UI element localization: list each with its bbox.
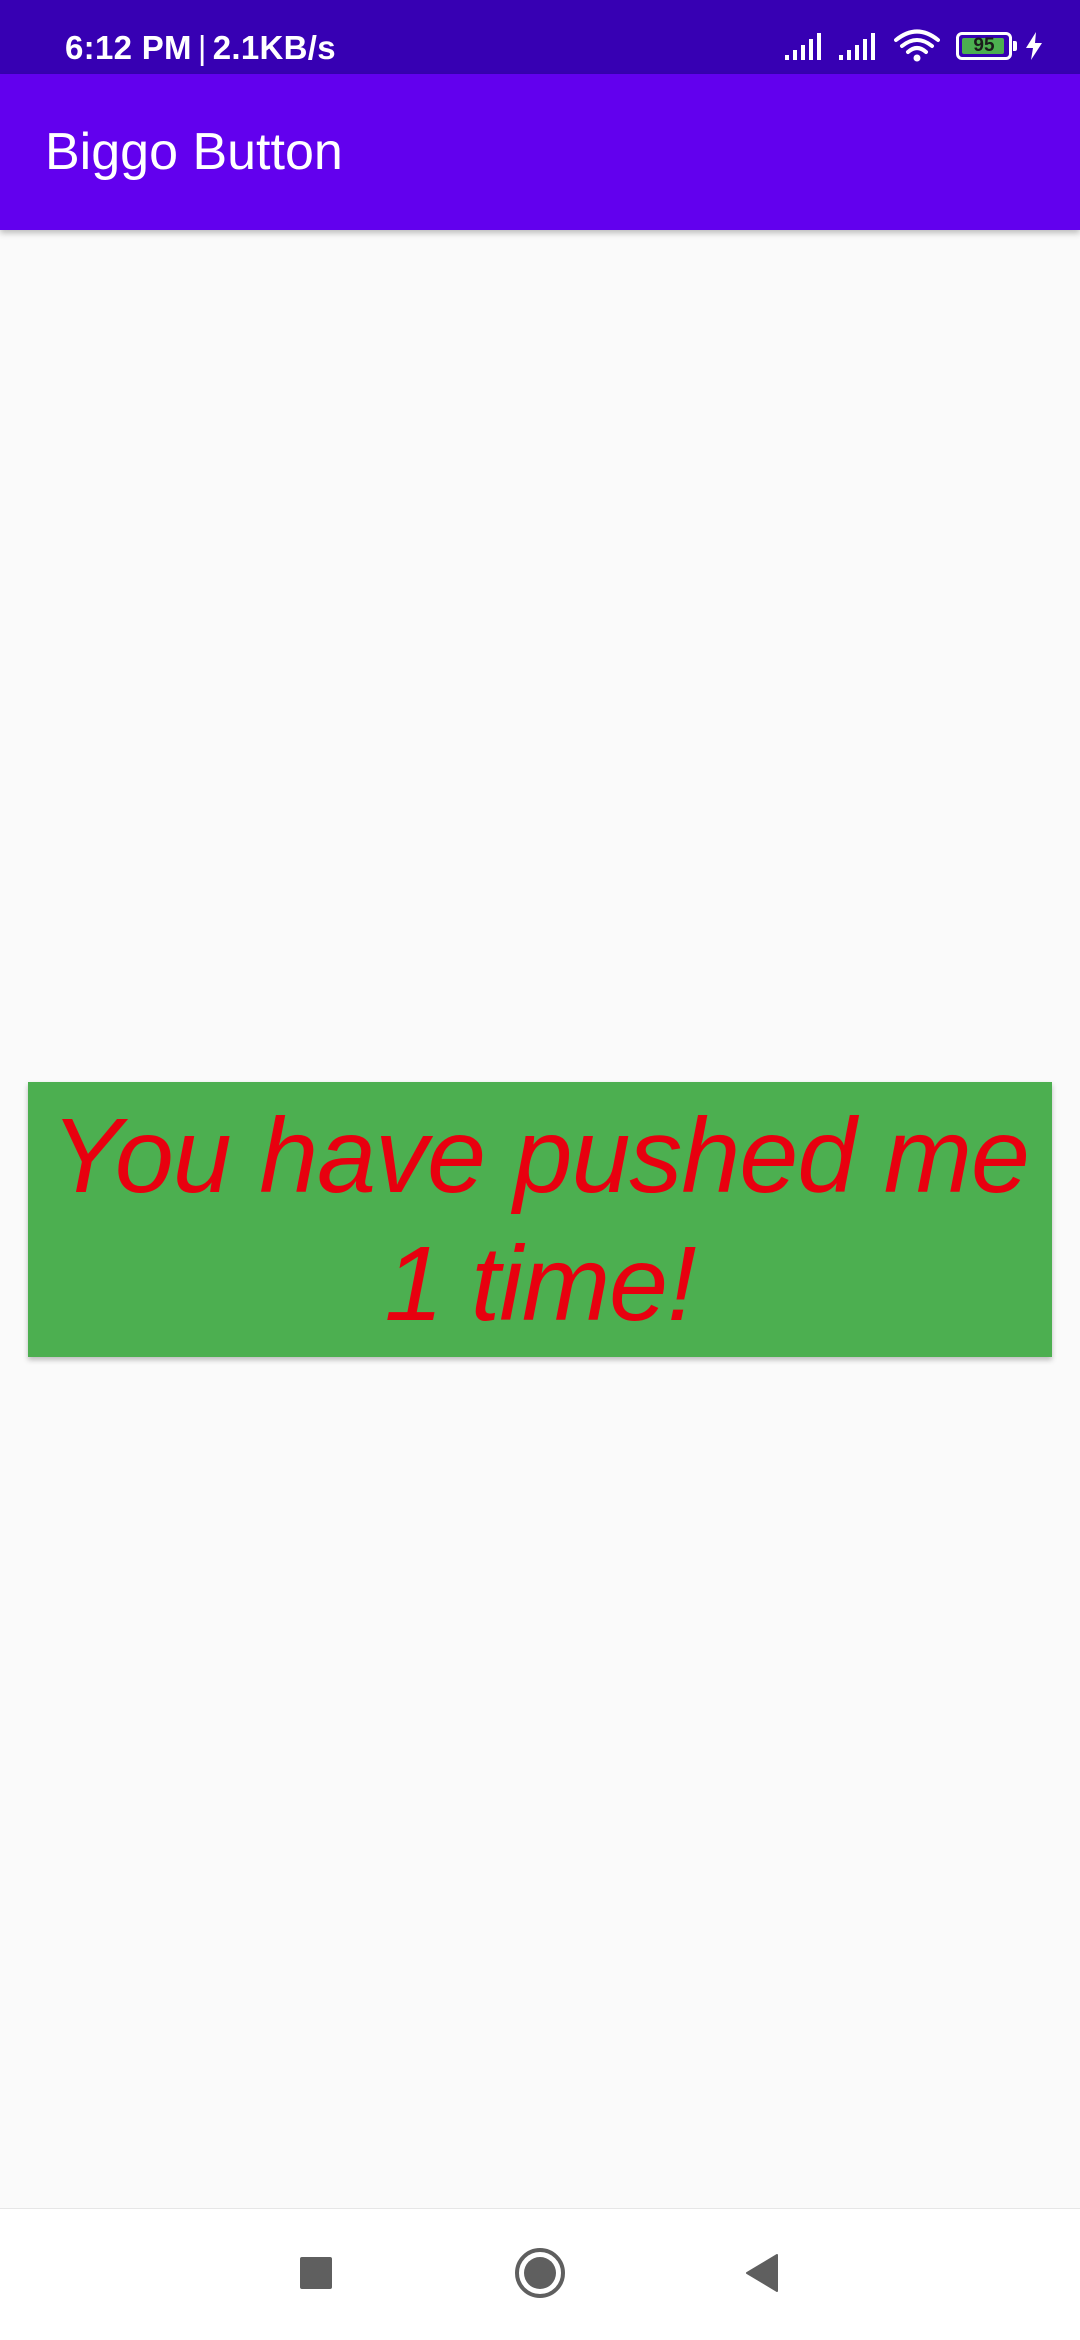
app-bar: Biggo Button <box>0 74 1080 230</box>
battery-tip <box>1013 41 1017 51</box>
recents-button[interactable] <box>256 2209 376 2340</box>
status-icons: 95 <box>784 26 1044 66</box>
push-count-label: You have pushed me 1 time! <box>51 1096 1030 1343</box>
app-title: Biggo Button <box>45 123 343 181</box>
status-time: 6:12 PM <box>65 29 192 66</box>
battery-level: 95 <box>973 35 995 56</box>
charging-bolt-icon <box>1024 31 1044 61</box>
recents-square-icon <box>299 2256 333 2295</box>
big-push-button[interactable]: You have pushed me 1 time! <box>28 1082 1052 1357</box>
status-bar: 6:12 PM | 2.1KB/s 95 <box>0 0 1080 74</box>
status-separator: | <box>197 29 207 66</box>
wifi-icon <box>894 29 940 63</box>
battery-icon: 95 <box>956 32 1018 60</box>
back-button[interactable] <box>702 2209 822 2340</box>
signal-icon <box>838 31 880 61</box>
navigation-bar <box>0 2208 1080 2340</box>
home-circle-icon <box>514 2247 566 2304</box>
network-speed: 2.1KB/s <box>212 29 336 66</box>
status-text: 6:12 PM | 2.1KB/s <box>65 0 336 74</box>
screen: 6:12 PM | 2.1KB/s 95 Biggo Button You ha… <box>0 0 1080 2340</box>
signal-icon <box>784 31 826 61</box>
back-triangle-icon <box>744 2253 780 2298</box>
home-button[interactable] <box>480 2209 600 2340</box>
